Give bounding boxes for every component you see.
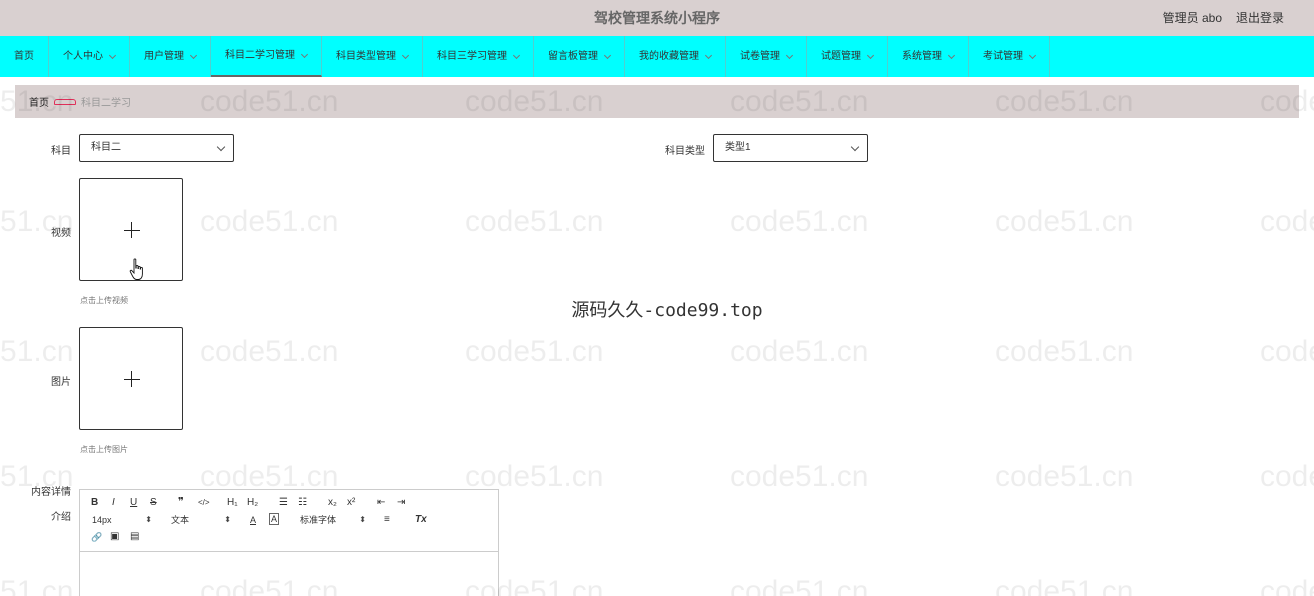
chevron-down-icon <box>704 51 713 59</box>
bullet-list-button[interactable]: ☷ <box>298 496 307 510</box>
rich-text-editor: B I U S ❞ </> H₁ H₂ ☰ ☷ x₂ x² ⇤ ⇥ 14px 文… <box>79 489 499 596</box>
text-color-button[interactable]: A <box>250 513 256 527</box>
nav-item-7[interactable]: 我的收藏管理 <box>625 36 726 77</box>
chevron-down-icon <box>785 51 794 59</box>
nav-item-6[interactable]: 留言板管理 <box>534 36 625 77</box>
chevron-down-icon <box>866 51 875 59</box>
editor-content-area[interactable] <box>80 552 498 596</box>
background-color-button[interactable]: A <box>269 513 280 525</box>
breadcrumb: 首页 科目二学习 <box>15 85 1299 118</box>
chevron-down-icon <box>108 51 117 59</box>
nav-item-label: 科目类型管理 <box>336 51 396 62</box>
align-button[interactable]: ≡ <box>384 513 390 527</box>
nav-item-label: 用户管理 <box>144 51 184 62</box>
image-button[interactable]: ▣ <box>110 530 119 544</box>
header-2-button[interactable]: H₂ <box>247 496 258 510</box>
plus-icon <box>124 230 140 231</box>
nav-item-label: 试题管理 <box>821 51 861 62</box>
font-size-select[interactable]: 14px <box>92 513 152 527</box>
ordered-list-button[interactable]: ☰ <box>279 496 288 510</box>
subject-select[interactable]: 科目二 <box>79 134 234 162</box>
underline-button[interactable]: U <box>130 496 137 510</box>
image-upload-hint: 点击上传图片 <box>80 445 128 454</box>
chevron-down-icon <box>401 51 410 59</box>
nav-item-label: 科目二学习管理 <box>225 50 295 61</box>
nav-item-8[interactable]: 试卷管理 <box>726 36 807 77</box>
breadcrumb-current: 科目二学习 <box>81 98 131 109</box>
nav-item-label: 试卷管理 <box>740 51 780 62</box>
nav-item-label: 留言板管理 <box>548 51 598 62</box>
content-label-line2: 介绍 <box>51 512 71 523</box>
blockquote-button[interactable]: ❞ <box>178 495 184 509</box>
font-family-select[interactable]: 标准字体 <box>300 513 366 527</box>
bold-button[interactable]: B <box>91 496 98 510</box>
nav-item-11[interactable]: 考试管理 <box>969 36 1050 77</box>
image-label: 图片 <box>51 377 71 388</box>
chevron-down-icon <box>189 51 198 59</box>
app-title: 驾校管理系统小程序 <box>594 10 720 26</box>
nav-item-label: 我的收藏管理 <box>639 51 699 62</box>
subscript-button[interactable]: x₂ <box>328 496 337 510</box>
subject-type-select[interactable]: 类型1 <box>713 134 868 162</box>
chevron-down-icon <box>603 51 612 59</box>
nav-item-4[interactable]: 科目类型管理 <box>322 36 423 77</box>
code-block-button[interactable]: </> <box>198 496 210 510</box>
video-button[interactable]: ▤ <box>130 530 139 544</box>
plus-icon-vertical <box>131 222 132 238</box>
nav-item-label: 科目三学习管理 <box>437 51 507 62</box>
chevron-down-icon <box>216 142 226 152</box>
nav-item-0[interactable]: 首页 <box>0 36 49 77</box>
nav-item-5[interactable]: 科目三学习管理 <box>423 36 534 77</box>
video-label: 视频 <box>51 228 71 239</box>
current-user-label: 管理员 abo <box>1162 11 1222 25</box>
nav-item-label: 个人中心 <box>63 51 103 62</box>
nav-item-label: 考试管理 <box>983 51 1023 62</box>
hand-pointer-icon <box>129 258 143 280</box>
breadcrumb-separator-icon <box>54 98 76 105</box>
header-1-button[interactable]: H₁ <box>227 496 238 510</box>
chevron-down-icon <box>947 51 956 59</box>
paragraph-format-select[interactable]: 文本 <box>171 513 231 527</box>
subject-type-select-value: 类型1 <box>725 142 751 153</box>
subject-label: 科目 <box>51 146 71 157</box>
main-nav: 首页 个人中心 用户管理 科目二学习管理 科目类型管理 科目三学习管理 留言板管理 我的收藏管… <box>0 36 1314 77</box>
image-upload-button[interactable] <box>79 327 183 430</box>
nav-item-3[interactable]: 科目二学习管理 <box>211 36 322 77</box>
chevron-down-icon <box>1028 51 1037 59</box>
nav-item-1[interactable]: 个人中心 <box>49 36 130 77</box>
nav-item-10[interactable]: 系统管理 <box>888 36 969 77</box>
editor-toolbar: B I U S ❞ </> H₁ H₂ ☰ ☷ x₂ x² ⇤ ⇥ 14px 文… <box>80 490 498 552</box>
top-header: 驾校管理系统小程序 管理员 abo 退出登录 <box>0 0 1314 36</box>
superscript-button[interactable]: x² <box>347 496 355 510</box>
strike-button[interactable]: S <box>150 496 157 510</box>
plus-icon <box>124 379 140 380</box>
form-area: 科目 科目二 科目类型 类型1 视频 点击上传视频 图片 点击上传图片 内容详情… <box>15 118 1299 596</box>
nav-item-2[interactable]: 用户管理 <box>130 36 211 77</box>
nav-item-label: 首页 <box>14 51 34 62</box>
nav-item-9[interactable]: 试题管理 <box>807 36 888 77</box>
chevron-down-icon <box>300 50 309 58</box>
chevron-down-icon <box>512 51 521 59</box>
italic-button[interactable]: I <box>112 496 115 510</box>
breadcrumb-home[interactable]: 首页 <box>29 94 49 109</box>
plus-icon-vertical <box>131 371 132 387</box>
clean-format-button[interactable]: Tx <box>415 513 427 527</box>
outdent-button[interactable]: ⇤ <box>377 496 385 510</box>
logout-link[interactable]: 退出登录 <box>1236 0 1284 36</box>
indent-button[interactable]: ⇥ <box>397 496 405 510</box>
chevron-down-icon <box>850 142 860 152</box>
content-label-line1: 内容详情 <box>31 487 71 498</box>
subject-type-label: 科目类型 <box>665 146 705 157</box>
link-button[interactable]: 🔗 <box>91 530 102 544</box>
subject-select-value: 科目二 <box>91 142 121 153</box>
video-upload-hint: 点击上传视频 <box>80 296 128 305</box>
nav-item-label: 系统管理 <box>902 51 942 62</box>
